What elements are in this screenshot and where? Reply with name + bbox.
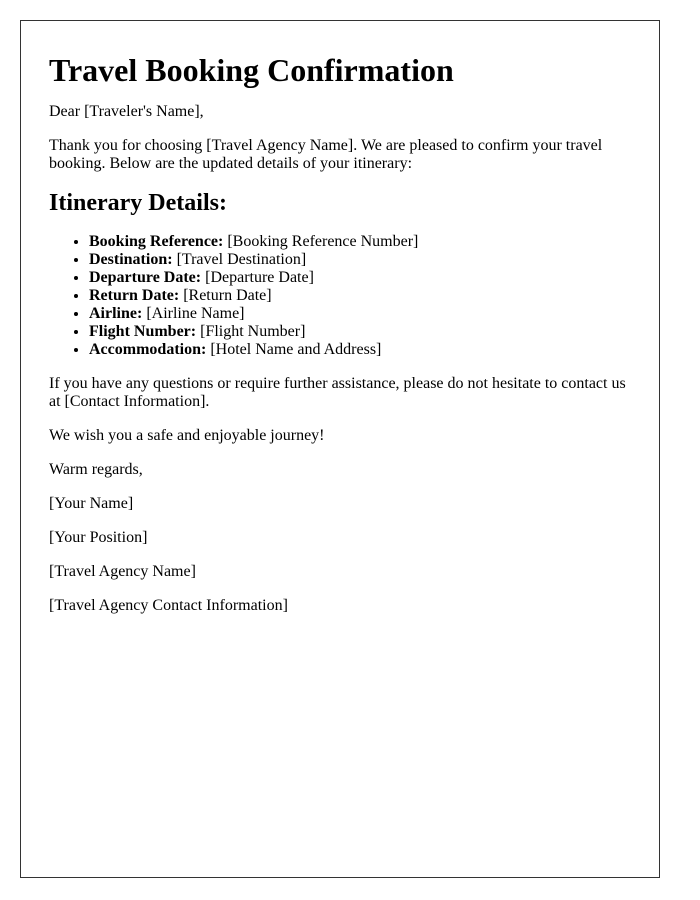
greeting: Dear [Traveler's Name], <box>49 103 204 120</box>
item-label: Airline: <box>89 305 143 322</box>
item-label: Return Date: <box>89 287 180 304</box>
item-value: [Airline Name] <box>146 305 245 322</box>
wish-paragraph: We wish you a safe and enjoyable journey… <box>49 427 325 444</box>
item-label: Accommodation: <box>89 341 207 358</box>
item-value: [Booking Reference Number] <box>227 233 419 250</box>
item-label: Flight Number: <box>89 323 197 340</box>
signature-position: [Your Position] <box>49 529 148 546</box>
closing: Warm regards, <box>49 461 143 478</box>
signature-agency-contact: [Travel Agency Contact Information] <box>49 597 288 614</box>
itinerary-item-destination: Destination: [Travel Destination] <box>89 251 631 269</box>
signature-agency-name: [Travel Agency Name] <box>49 563 196 580</box>
letter-title: Travel Booking Confirmation <box>49 52 454 88</box>
itinerary-heading: Itinerary Details: <box>49 190 227 216</box>
itinerary-item-return-date: Return Date: [Return Date] <box>89 287 631 305</box>
item-label: Departure Date: <box>89 269 202 286</box>
item-value: [Return Date] <box>183 287 272 304</box>
signature-name: [Your Name] <box>49 495 134 512</box>
itinerary-list: Booking Reference: [Booking Reference Nu… <box>49 233 631 359</box>
letter-container: Travel Booking Confirmation Dear [Travel… <box>20 20 660 878</box>
item-value: [Departure Date] <box>205 269 314 286</box>
contact-paragraph: If you have any questions or require fur… <box>49 375 626 410</box>
item-label: Booking Reference: <box>89 233 224 250</box>
intro-paragraph: Thank you for choosing [Travel Agency Na… <box>49 137 603 172</box>
item-value: [Travel Destination] <box>176 251 307 268</box>
itinerary-item-departure-date: Departure Date: [Departure Date] <box>89 269 631 287</box>
item-value: [Flight Number] <box>200 323 306 340</box>
itinerary-item-booking-reference: Booking Reference: [Booking Reference Nu… <box>89 233 631 251</box>
itinerary-item-flight-number: Flight Number: [Flight Number] <box>89 323 631 341</box>
itinerary-item-accommodation: Accommodation: [Hotel Name and Address] <box>89 341 631 359</box>
itinerary-item-airline: Airline: [Airline Name] <box>89 305 631 323</box>
item-value: [Hotel Name and Address] <box>210 341 382 358</box>
item-label: Destination: <box>89 251 173 268</box>
